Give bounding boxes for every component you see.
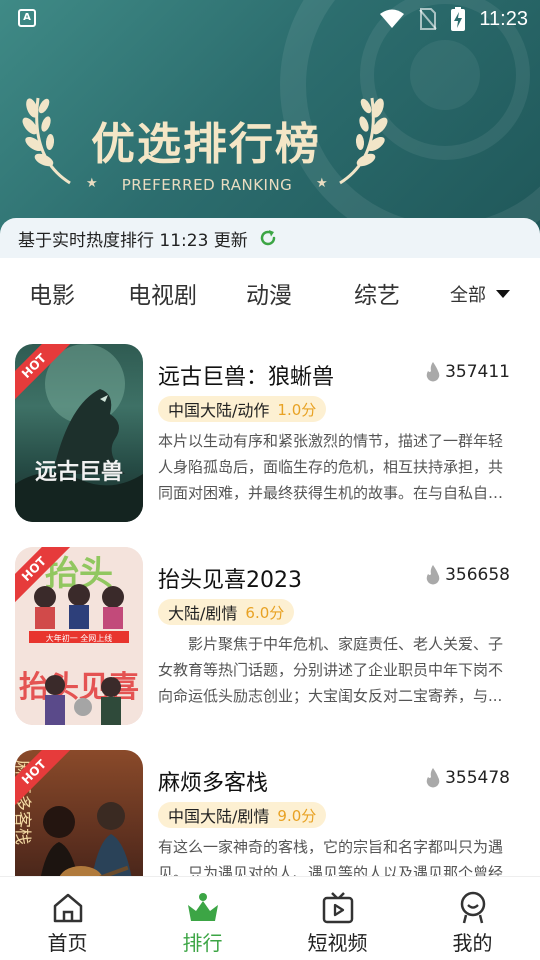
laurel-right-icon [339,97,388,185]
movie-poster[interactable]: 麻烦多客栈 HOT [15,750,143,876]
genre-tag: 中国大陆/动作 1.0分 [158,396,327,422]
flame-icon [426,768,440,788]
star-right-icon: ★ [316,176,328,191]
list-item[interactable]: 麻烦多客栈 HOT 麻烦多客栈 355478 中国大陆/剧情 9.0分 有这么一… [0,732,540,876]
item-description: 有这么一家神奇的客栈，它的宗旨和名字都叫只为遇见。只为遇见对的人、遇见等的人以及… [158,838,504,876]
genre-tag: 中国大陆/剧情 9.0分 [158,802,327,828]
tab-variety[interactable]: 综艺 [354,276,400,310]
heat-value: 356658 [445,565,510,585]
list-item[interactable]: 远古巨兽 HOT 远古巨兽：狼蜥兽 357411 中国大陆/动作 1.0分 本片… [0,326,540,522]
heat-count: 357411 [425,362,510,382]
ranking-list: 远古巨兽 HOT 远古巨兽：狼蜥兽 357411 中国大陆/动作 1.0分 本片… [0,326,540,876]
nav-profile[interactable]: 我的 [405,877,540,960]
wifi-icon [380,9,405,28]
movie-poster[interactable]: 抬头 大年初一 全网上线 抬头见喜 HOT [15,547,143,725]
score-text: 1.0分 [277,400,317,419]
update-text: 基于实时热度排行 11:23 更新 [18,230,248,251]
bottom-navigation: 首页 排行 短视频 我的 [0,876,540,960]
app-notification-icon: A [18,9,36,27]
nav-short-video-label: 短视频 [307,931,368,955]
svg-text:大年初一 全网上线: 大年初一 全网上线 [46,633,113,643]
genre-text: 中国大陆/剧情 [168,807,270,826]
svg-text:远古巨兽: 远古巨兽 [35,459,123,484]
banner-title: 优选排行榜 [91,119,321,170]
battery-charging-icon [451,7,466,31]
short-video-icon [322,892,353,924]
dropdown-arrow-icon [496,290,510,298]
heat-count: 355478 [425,768,510,788]
heat-value: 355478 [445,768,510,788]
laurel-left-icon [22,97,71,185]
banner-subtitle: PREFERRED RANKING [121,176,293,194]
update-info-bar: 基于实时热度排行 11:23 更新 [0,218,540,258]
status-time: 11:23 [479,7,528,30]
item-title: 远古巨兽：狼蜥兽 [158,365,335,390]
genre-tag: 大陆/剧情 6.0分 [158,599,295,625]
film-reel-hub [410,40,480,110]
item-description: 本片以生动有序和紧张激烈的情节，描述了一群年轻人身陷孤岛后，面临生存的危机，相互… [158,432,504,502]
status-bar: A 11:23 [0,0,540,38]
movie-poster[interactable]: 远古巨兽 HOT [15,344,143,522]
nav-home[interactable]: 首页 [0,877,135,960]
ranking-crown-icon [187,893,218,921]
flame-icon [426,565,440,585]
heat-value: 357411 [445,362,510,382]
home-icon [53,893,82,923]
genre-text: 大陆/剧情 [168,604,238,623]
ranking-screen: A 11:23 优选排行榜 ★ PREFERRED RANKING ★ 基于实时… [0,0,540,960]
refresh-icon[interactable] [258,228,278,248]
score-text: 6.0分 [245,603,285,622]
nav-profile-label: 我的 [452,931,493,955]
banner-title-block: 优选排行榜 ★ PREFERRED RANKING ★ [20,88,400,198]
list-item[interactable]: 抬头 大年初一 全网上线 抬头见喜 HOT 抬头见喜2023 356658 大陆… [0,529,540,725]
ranking-banner: A 11:23 优选排行榜 ★ PREFERRED RANKING ★ [0,0,540,250]
item-description: 影片聚焦于中年危机、家庭责任、老人关爱、子女教育等热门话题，分别讲述了企业职员中… [158,635,504,705]
nav-ranking[interactable]: 排行 [135,877,270,960]
item-title: 麻烦多客栈 [158,771,269,796]
filter-all-dropdown[interactable]: 全部 [450,281,510,307]
profile-icon [460,891,485,924]
tab-tv-series[interactable]: 电视剧 [128,276,197,310]
tab-anime[interactable]: 动漫 [246,276,292,310]
score-text: 9.0分 [277,806,317,825]
heat-count: 356658 [425,565,510,585]
no-sim-icon [419,8,438,30]
genre-text: 中国大陆/动作 [168,401,270,420]
filter-all-label: 全部 [450,285,486,306]
nav-short-video[interactable]: 短视频 [270,877,405,960]
item-title: 抬头见喜2023 [158,568,302,593]
nav-home-label: 首页 [47,931,88,955]
flame-icon [426,362,440,382]
nav-ranking-label: 排行 [182,931,223,955]
tab-movie[interactable]: 电影 [29,276,75,310]
